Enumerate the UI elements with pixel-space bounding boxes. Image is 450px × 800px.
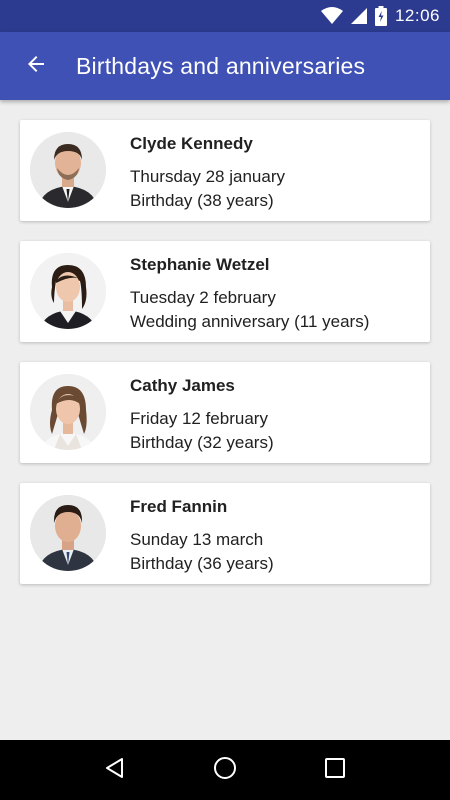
event-description: Wedding anniversary (11 years)	[130, 312, 370, 331]
avatar	[30, 495, 106, 571]
event-date: Thursday 28 january	[130, 167, 285, 186]
wifi-icon	[320, 7, 343, 25]
event-date: Friday 12 february	[130, 409, 268, 428]
arrow-back-icon	[24, 52, 48, 81]
status-bar: 12:06	[0, 0, 450, 32]
event-description: Birthday (32 years)	[130, 433, 274, 452]
event-description: Birthday (36 years)	[130, 554, 274, 573]
event-date: Tuesday 2 february	[130, 288, 276, 307]
avatar	[30, 253, 106, 329]
app-bar: Birthdays and anniversaries	[0, 32, 450, 100]
nav-home-button[interactable]	[200, 745, 250, 795]
list-item[interactable]: Fred Fannin Sunday 13 march Birthday (36…	[20, 483, 430, 584]
home-circle-icon	[213, 756, 237, 785]
list-item[interactable]: Clyde Kennedy Thursday 28 january Birthd…	[20, 120, 430, 221]
person-name: Stephanie Wetzel	[130, 255, 270, 274]
battery-icon	[374, 6, 387, 26]
nav-back-button[interactable]	[90, 745, 140, 795]
person-name: Clyde Kennedy	[130, 134, 253, 153]
page-title: Birthdays and anniversaries	[76, 52, 366, 79]
back-button[interactable]	[10, 40, 62, 92]
avatar	[30, 132, 106, 208]
list-item[interactable]: Stephanie Wetzel Tuesday 2 february Wedd…	[20, 241, 430, 342]
cell-signal-icon	[350, 8, 367, 24]
person-name: Cathy James	[130, 376, 235, 395]
back-triangle-icon	[104, 757, 126, 784]
list-item[interactable]: Cathy James Friday 12 february Birthday …	[20, 362, 430, 463]
recents-square-icon	[324, 757, 346, 784]
event-description: Birthday (38 years)	[130, 191, 274, 210]
nav-recents-button[interactable]	[310, 745, 360, 795]
status-time: 12:06	[394, 6, 440, 25]
event-date: Sunday 13 march	[130, 530, 264, 549]
events-list: Clyde Kennedy Thursday 28 january Birthd…	[20, 120, 430, 604]
person-name: Fred Fannin	[130, 497, 228, 516]
avatar	[30, 374, 106, 450]
system-nav-bar	[0, 740, 450, 800]
